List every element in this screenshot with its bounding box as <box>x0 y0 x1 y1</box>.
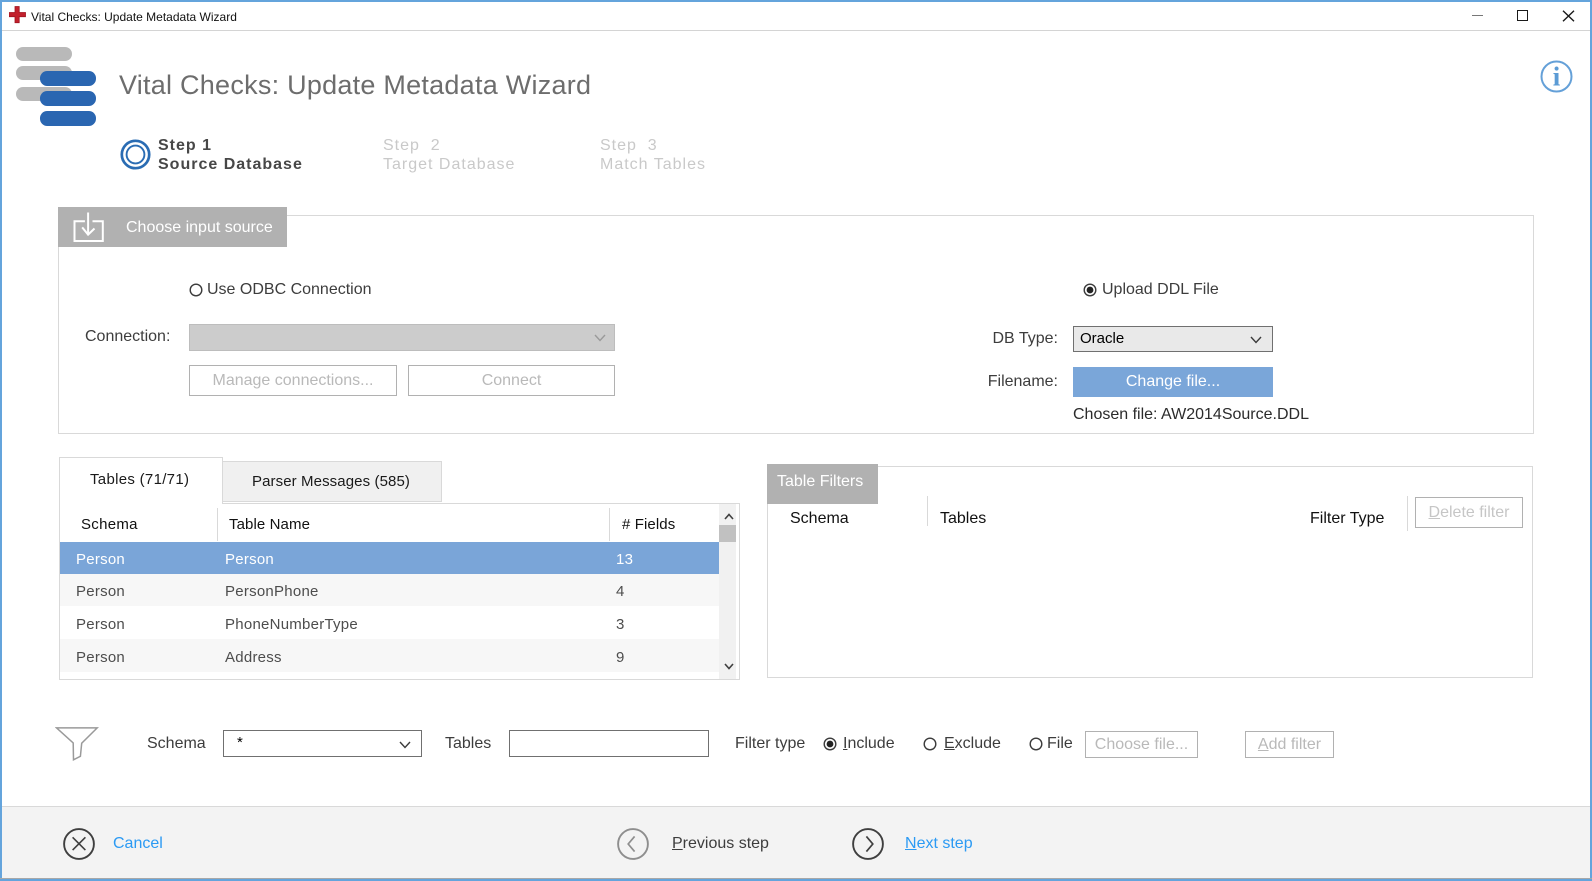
svg-text:i: i <box>1553 62 1561 92</box>
